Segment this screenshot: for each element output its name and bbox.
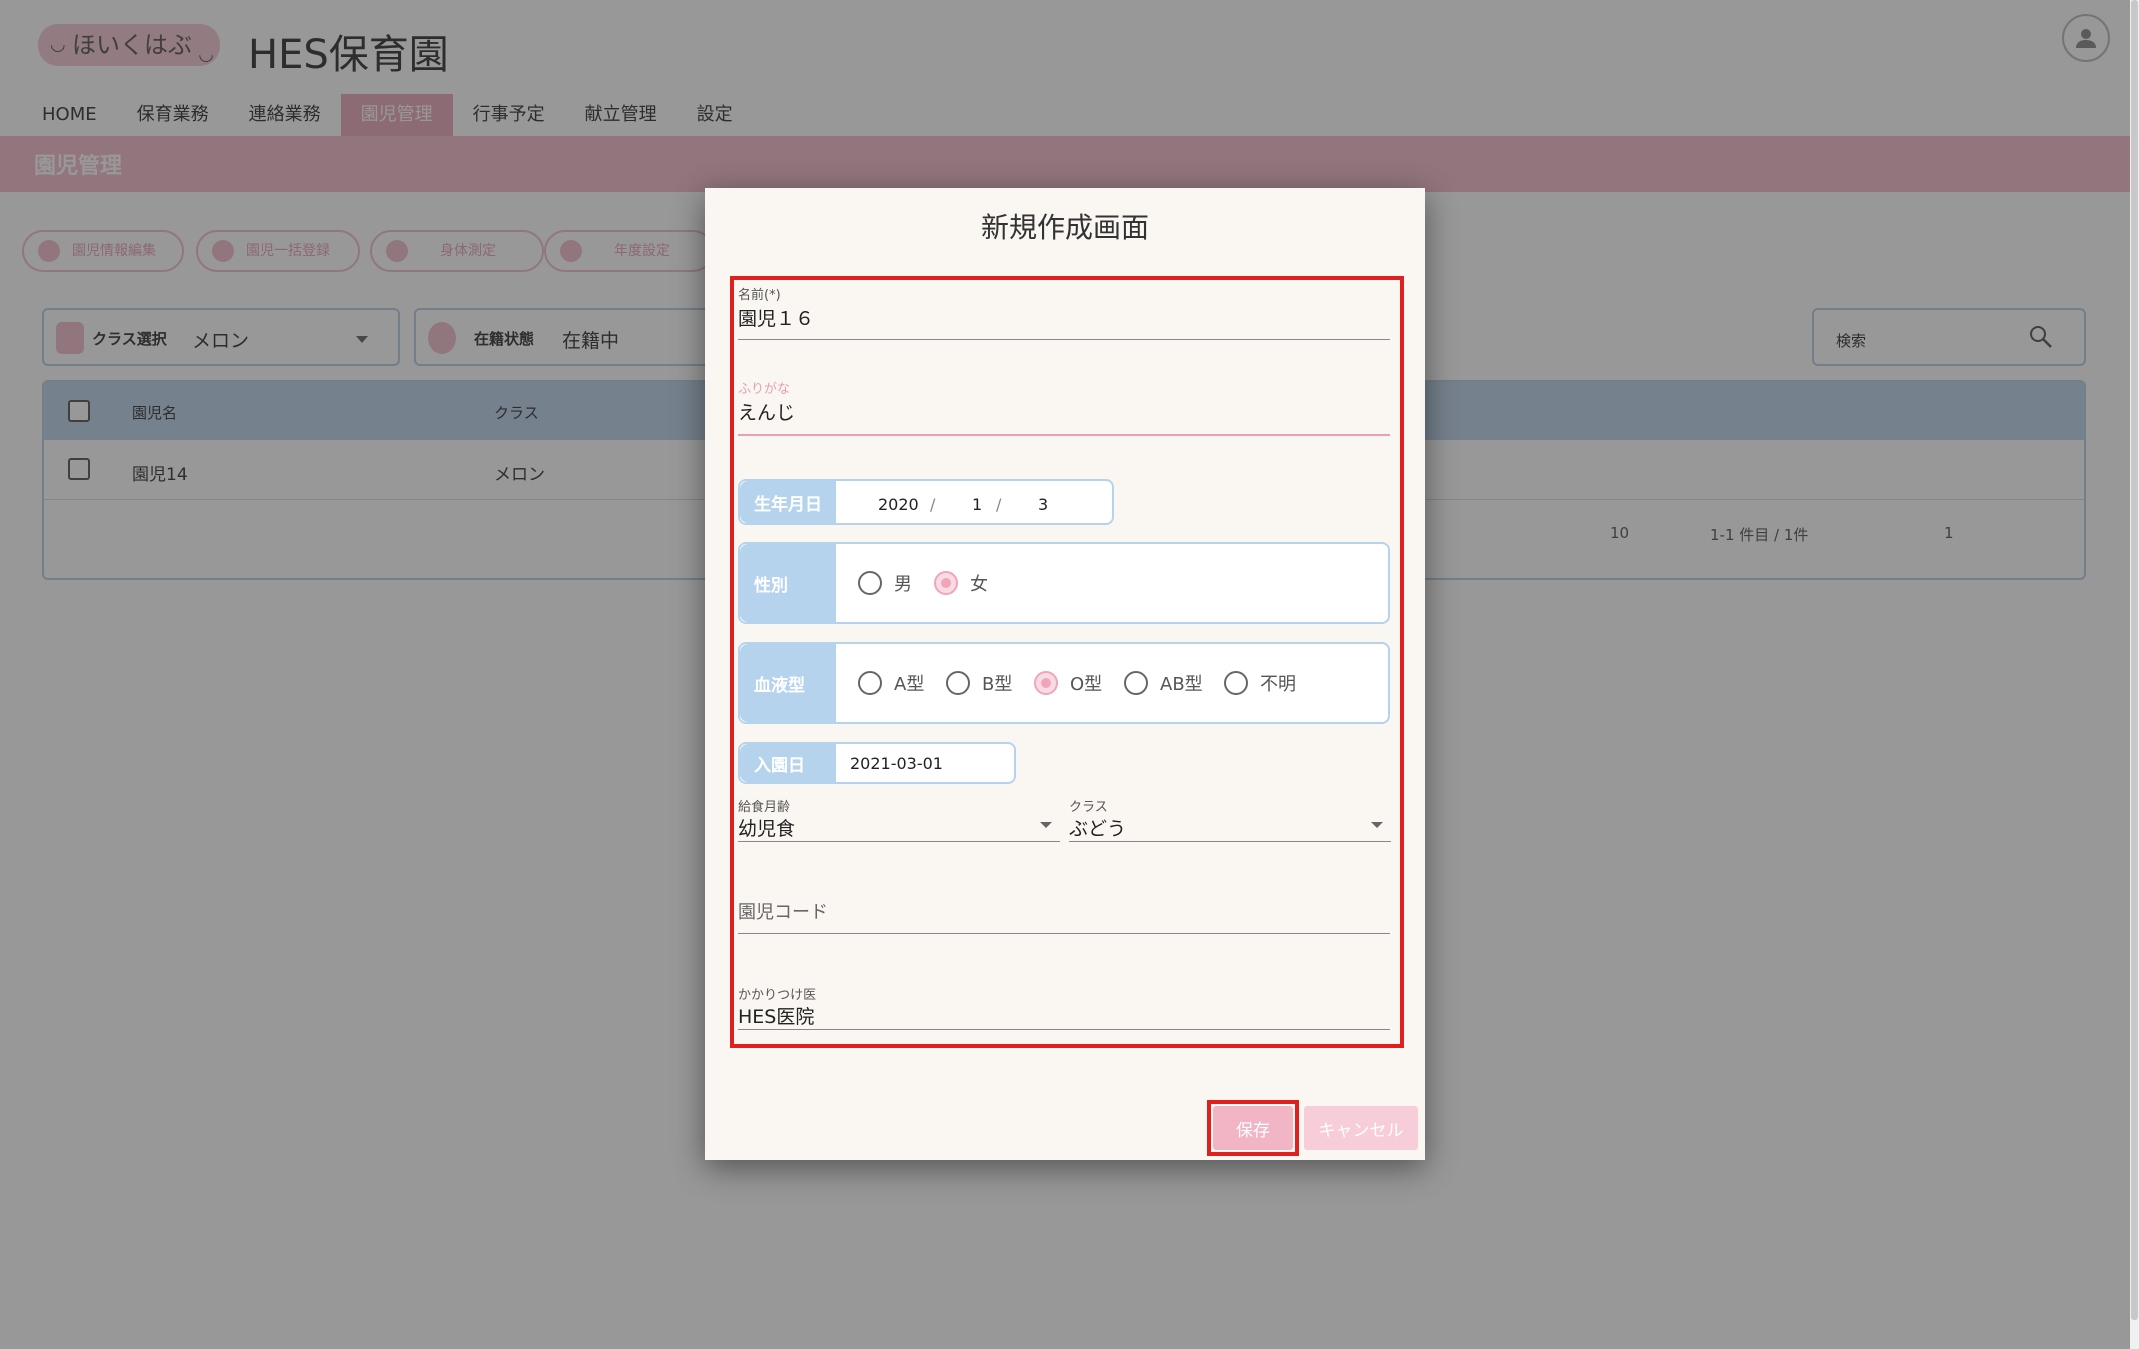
doctor-label: かかりつけ医 [738,988,817,1003]
birth-year[interactable]: 2020 [878,495,919,514]
chevron-down-icon [1040,822,1052,828]
entry-date-value: 2021-03-01 [850,754,943,773]
page-scrollbar[interactable] [2130,0,2139,1349]
doctor-value: HES医院 [738,1006,815,1028]
entry-date-label: 入園日 [740,744,836,782]
child-code-placeholder: 園児コード [738,902,828,923]
birth-day[interactable]: 3 [1038,495,1048,514]
name-field[interactable]: 名前(*) 園児１６ [738,284,1390,340]
blood-type-label: 血液型 [740,644,836,722]
dialog-class-value: ぶどう [1069,818,1127,840]
gender-label: 性別 [740,544,836,622]
birthdate-label: 生年月日 [740,481,836,523]
new-child-dialog: 新規作成画面 名前(*) 園児１６ ふりがな えんじ 生年月日 2020 / 1… [705,188,1425,1160]
cancel-button[interactable]: キャンセル [1304,1106,1418,1150]
chevron-down-icon [1371,822,1383,828]
blood-o-radio[interactable]: O型 [1034,670,1102,696]
blood-type-field: 血液型 A型 B型 O型 AB型 不明 [738,642,1390,724]
furigana-value: えんじ [738,402,796,424]
blood-unknown-radio[interactable]: 不明 [1224,670,1296,696]
gender-female-radio[interactable]: 女 [934,570,988,596]
meal-age-select[interactable]: 給食月齢 幼児食 [738,796,1060,842]
blood-a-radio[interactable]: A型 [858,670,924,696]
gender-field: 性別 男 女 [738,542,1390,624]
scrollbar-thumb[interactable] [2131,0,2138,1320]
furigana-field[interactable]: ふりがな えんじ [738,378,1390,436]
name-value: 園児１６ [738,308,815,330]
child-code-input[interactable]: 園児コード [738,888,1390,934]
meal-age-value: 幼児食 [738,818,796,840]
blood-b-radio[interactable]: B型 [946,670,1012,696]
dialog-class-label: クラス [1069,800,1108,815]
dialog-class-select[interactable]: クラス ぶどう [1069,796,1391,842]
dialog-title: 新規作成画面 [980,211,1149,244]
doctor-field[interactable]: かかりつけ医 HES医院 [738,984,1390,1030]
entry-date-field[interactable]: 入園日 2021-03-01 [738,742,1016,784]
birth-month[interactable]: 1 [972,495,982,514]
save-button[interactable]: 保存 [1213,1106,1293,1150]
blood-ab-radio[interactable]: AB型 [1124,670,1203,696]
gender-male-radio[interactable]: 男 [858,570,912,596]
meal-age-label: 給食月齢 [738,800,791,815]
furigana-label: ふりがな [738,382,791,397]
birthdate-field[interactable]: 生年月日 2020 / 1 / 3 [738,479,1114,525]
name-label: 名前(*) [738,288,781,303]
